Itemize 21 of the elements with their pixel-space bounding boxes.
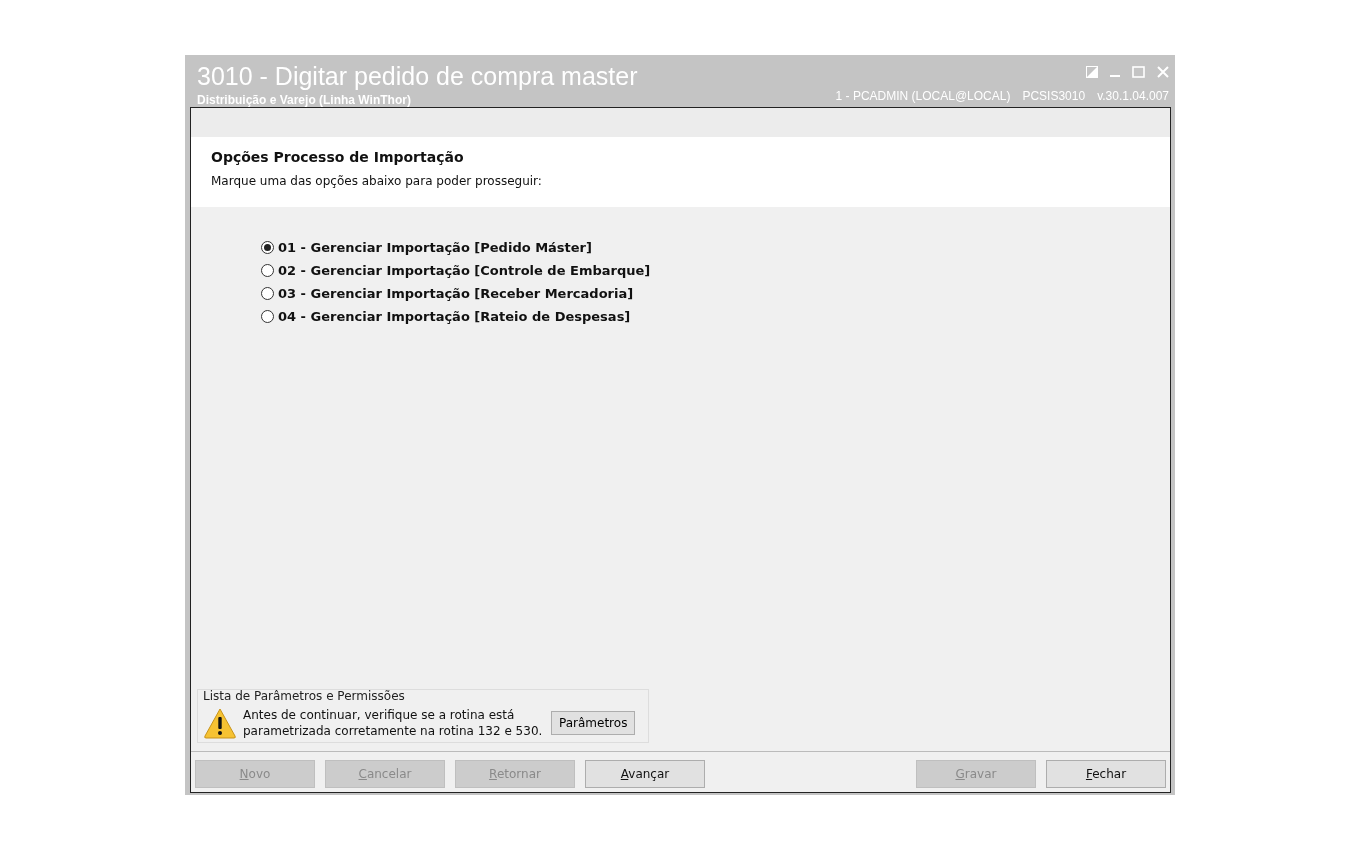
window-title: 3010 - Digitar pedido de compra master xyxy=(197,61,638,91)
option-label[interactable]: 02 - Gerenciar Importação [Controle de Embarque] xyxy=(278,263,651,278)
option-label[interactable]: 01 - Gerenciar Importação [Pedido Máster] xyxy=(278,240,592,255)
group-legend: Lista de Parâmetros e Permissões xyxy=(203,689,643,703)
warning-icon xyxy=(203,707,237,739)
warning-message: Antes de continuar, verifique se a rotina está parametrizada corretamente na rotina 132 e 530. xyxy=(243,707,543,739)
user-info: 1 - PCADMIN (LOCAL@LOCAL) xyxy=(835,89,1011,103)
option-label[interactable]: 03 - Gerenciar Importação [Receber Mercadoria] xyxy=(278,286,634,301)
header-instruction: Marque uma das opções abaixo para poder prosseguir: xyxy=(211,174,543,188)
module-code: PCSIS3010 xyxy=(1022,89,1086,103)
radio-button[interactable] xyxy=(261,287,274,300)
version-label: v.30.1.04.007 xyxy=(1097,89,1169,103)
footer-button[interactable]: Avançar xyxy=(585,760,705,788)
header-title: Opções Processo de Importação xyxy=(211,149,465,165)
parameters-button[interactable]: Parâmetros xyxy=(551,711,636,735)
option-label[interactable]: 04 - Gerenciar Importação [Rateio de Despesas] xyxy=(278,309,631,324)
window-subtitle: Distribuição e Varejo (Linha WinThor) xyxy=(197,93,412,107)
footer-button[interactable]: Fechar xyxy=(1046,760,1166,788)
radio-button[interactable] xyxy=(261,264,274,277)
radio-button[interactable] xyxy=(261,241,274,254)
radio-button[interactable] xyxy=(261,310,274,323)
